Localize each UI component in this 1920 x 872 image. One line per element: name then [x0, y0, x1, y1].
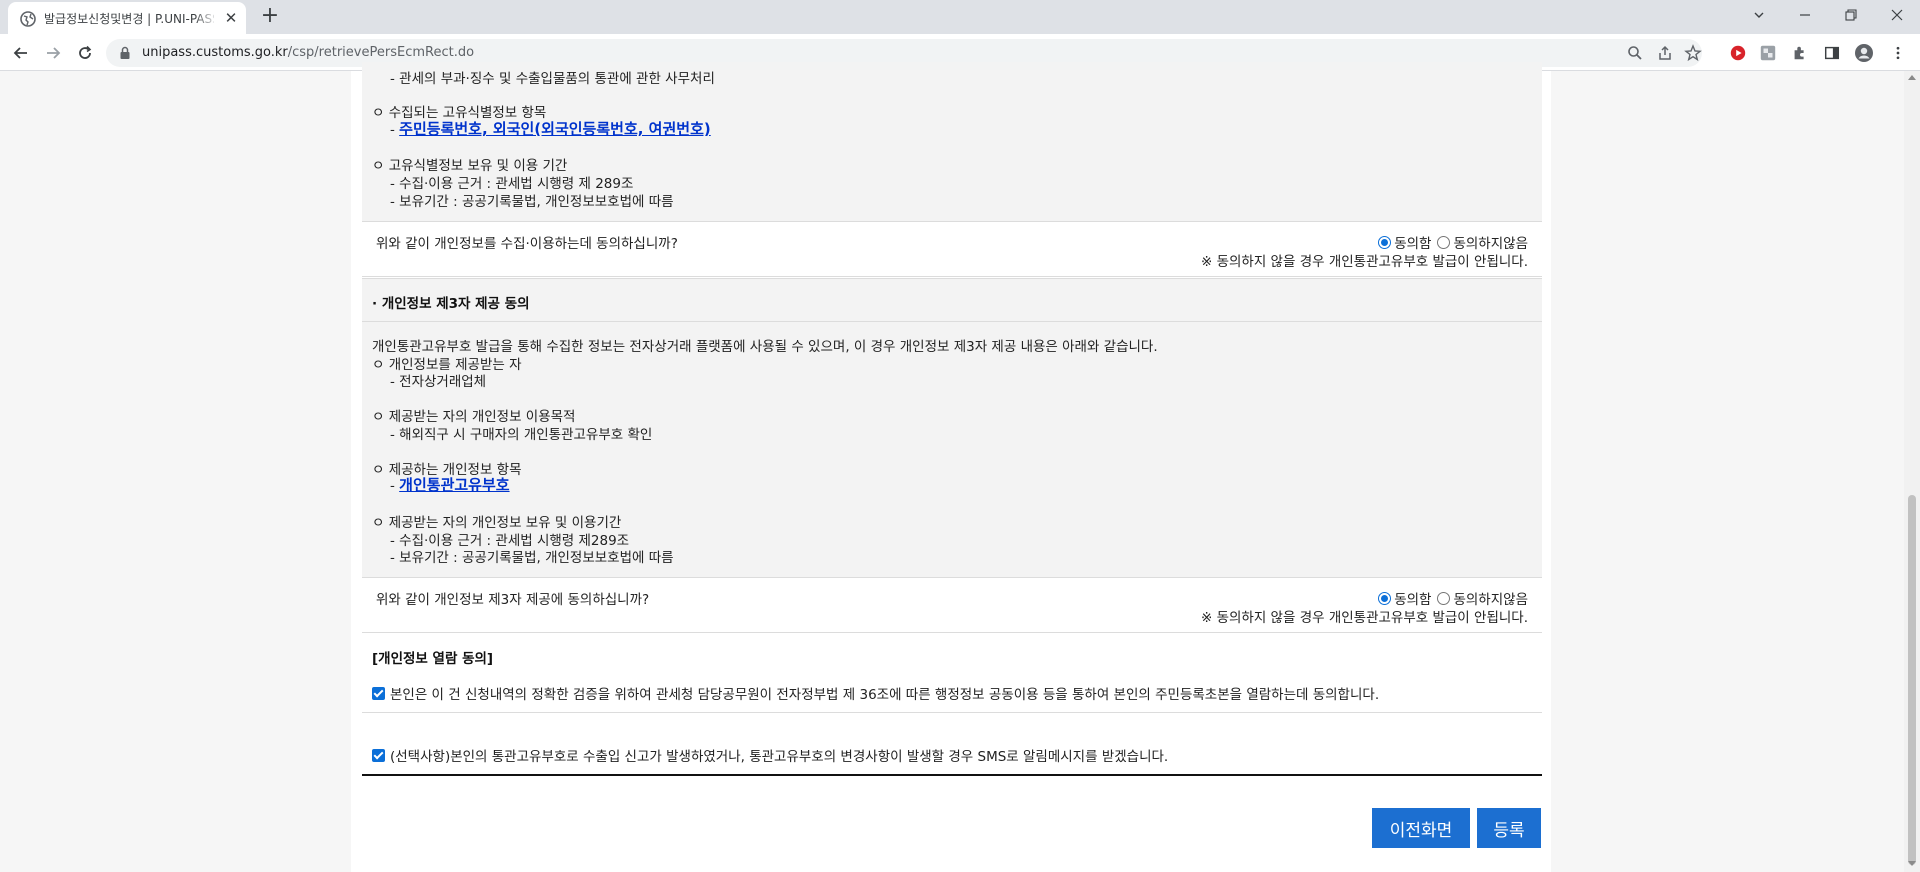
collection-disagree-label[interactable]: 동의하지않음 — [1453, 232, 1528, 252]
collection-purpose-line: - 관세의 부과·징수 및 수출입물품의 통관에 관한 사무처리 — [390, 71, 715, 87]
share-icon[interactable] — [1656, 44, 1674, 62]
recipient-retention-heading: ㅇ 제공받는 자의 개인정보 보유 및 이용기간 — [372, 515, 622, 531]
provided-items-line: - 개인통관고유부호 — [390, 476, 510, 494]
previous-screen-button[interactable]: 이전화면 — [1372, 808, 1470, 848]
sms-consent-checkbox[interactable] — [372, 748, 385, 762]
zoom-search-icon[interactable] — [1626, 44, 1644, 62]
collection-agree-radio[interactable] — [1378, 235, 1392, 249]
third-party-box: 개인통관고유부호 발급을 통해 수집한 정보는 전자상거래 플랫폼에 사용될 수… — [362, 321, 1542, 578]
view-consent-checkbox-row[interactable]: 본인은 이 건 신청내역의 정확한 검증을 위하여 관세청 담당공무원이 전자정… — [372, 683, 1379, 703]
purpose-heading: ㅇ 제공받는 자의 개인정보 이용목적 — [372, 409, 576, 425]
form-bottom-divider — [362, 774, 1542, 776]
collection-consent-question: 위와 같이 개인정보를 수집·이용하는데 동의하십니까? — [376, 236, 678, 252]
collection-disagree-radio[interactable] — [1437, 235, 1451, 249]
third-party-heading: · 개인정보 제3자 제공 동의 — [372, 296, 530, 312]
collection-agree-label[interactable]: 동의함 — [1394, 232, 1431, 252]
scrollbar-thumb[interactable] — [1908, 495, 1916, 865]
url-text: unipass.customs.go.kr/csp/retrievePersEc… — [142, 45, 475, 60]
third-party-consent-note: ※ 동의하지 않을 경우 개인통관고유부호 발급이 안됩니다. — [1200, 610, 1528, 626]
view-consent-heading: [개인정보 열람 동의] — [372, 651, 494, 667]
sms-consent-text: (선택사항)본인의 통관고유부호로 수출입 신고가 발생하였거나, 통관고유부호… — [390, 749, 1169, 765]
retention-heading: ㅇ 고유식별정보 보유 및 이용 기간 — [372, 158, 568, 174]
close-tab-icon[interactable]: ✕ — [222, 9, 240, 27]
purpose-line: - 해외직구 시 구매자의 개인통관고유부호 확인 — [390, 427, 653, 443]
sms-consent-checkbox-row[interactable]: (선택사항)본인의 통관고유부호로 수출입 신고가 발생하였거나, 통관고유부호… — [372, 745, 1168, 765]
unique-id-items-link[interactable]: 주민등록번호, 외국인(외국인등록번호, 여권번호) — [399, 120, 711, 138]
divider — [362, 712, 1542, 713]
lock-icon — [120, 46, 130, 59]
restore-button[interactable] — [1828, 0, 1874, 30]
minimize-button[interactable] — [1782, 0, 1828, 30]
view-consent-checkbox[interactable] — [372, 686, 385, 700]
scroll-down-arrow-icon[interactable] — [1908, 861, 1916, 866]
tab-search-icon[interactable] — [1736, 0, 1782, 30]
browser-tab-bar: 발급정보신청및변경 | P.UNI-PASS ✕ + — [0, 0, 1920, 34]
back-arrow-icon[interactable] — [8, 40, 34, 66]
menu-kebab-icon[interactable] — [1888, 43, 1908, 63]
register-button[interactable]: 등록 — [1477, 808, 1541, 848]
browser-tab[interactable]: 발급정보신청및변경 | P.UNI-PASS ✕ — [8, 2, 246, 34]
collection-consent-radios: 동의함 동의하지않음 — [1372, 232, 1528, 252]
collection-consent-note: ※ 동의하지 않을 경우 개인통관고유부호 발급이 안됩니다. — [1200, 254, 1528, 270]
profile-avatar-icon[interactable] — [1854, 43, 1874, 63]
page-scrollbar[interactable] — [1904, 71, 1920, 872]
retention-basis-line: - 수집·이용 근거 : 관세법 시행령 제 289조 — [390, 176, 634, 192]
close-window-button[interactable] — [1874, 0, 1920, 30]
recipient-line: - 전자상거래업체 — [390, 374, 487, 390]
third-party-intro: 개인통관고유부호 발급을 통해 수집한 정보는 전자상거래 플랫폼에 사용될 수… — [372, 339, 1158, 355]
image-extension-icon[interactable] — [1758, 43, 1778, 63]
extensions-puzzle-icon[interactable] — [1790, 43, 1810, 63]
globe-icon — [20, 11, 36, 27]
third-party-agree-label[interactable]: 동의함 — [1394, 588, 1431, 608]
third-party-consent-row: 위와 같이 개인정보 제3자 제공에 동의하십니까? 동의함 동의하지않음 ※ … — [362, 578, 1542, 633]
bookmark-star-icon[interactable] — [1684, 44, 1702, 62]
retention-period-line: - 보유기간 : 공공기록물법, 개인정보보호법에 따름 — [390, 194, 674, 210]
scroll-up-arrow-icon[interactable] — [1908, 75, 1916, 80]
third-party-disagree-label[interactable]: 동의하지않음 — [1453, 588, 1528, 608]
third-party-disagree-radio[interactable] — [1437, 591, 1451, 605]
privacy-collection-box: - 관세의 부과·징수 및 수출입물품의 통관에 관한 사무처리 ㅇ 수집되는 … — [362, 62, 1542, 222]
provided-items-link[interactable]: 개인통관고유부호 — [399, 476, 509, 494]
third-party-agree-radio[interactable] — [1378, 591, 1392, 605]
new-tab-button[interactable]: + — [258, 5, 282, 29]
third-party-heading-bar: · 개인정보 제3자 제공 동의 — [362, 278, 1542, 321]
record-extension-icon[interactable] — [1728, 43, 1748, 63]
third-party-consent-question: 위와 같이 개인정보 제3자 제공에 동의하십니까? — [376, 592, 650, 608]
tab-title: 발급정보신청및변경 | P.UNI-PASS — [44, 12, 214, 26]
third-party-consent-radios: 동의함 동의하지않음 — [1372, 588, 1528, 608]
view-consent-text: 본인은 이 건 신청내역의 정확한 검증을 위하여 관세청 담당공무원이 전자정… — [390, 687, 1380, 703]
recipient-retention-period: - 보유기간 : 공공기록물법, 개인정보보호법에 따름 — [390, 550, 674, 566]
reload-icon[interactable] — [72, 40, 98, 66]
forward-arrow-icon[interactable] — [40, 40, 66, 66]
unique-id-items-line: - 주민등록번호, 외국인(외국인등록번호, 여권번호) — [390, 120, 711, 138]
side-panel-icon[interactable] — [1822, 43, 1842, 63]
collection-consent-row: 위와 같이 개인정보를 수집·이용하는데 동의하십니까? 동의함 동의하지않음 … — [362, 222, 1542, 277]
